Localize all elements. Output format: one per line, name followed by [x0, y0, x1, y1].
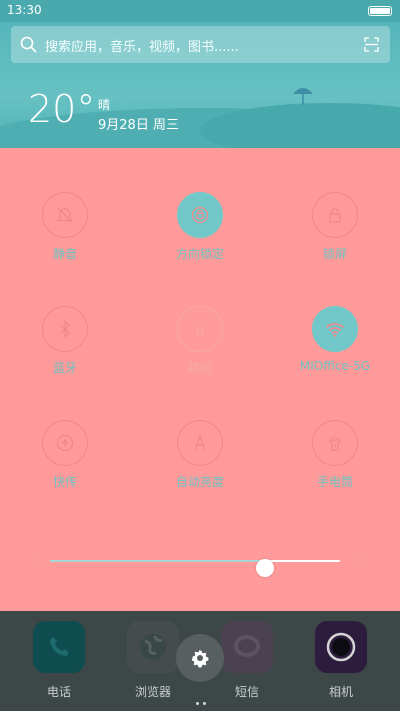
search-placeholder[interactable]: 搜索应用，音乐，视频，图书......: [45, 36, 239, 55]
toggle-mute[interactable]: 静音: [10, 192, 120, 262]
sms-icon: [221, 621, 273, 673]
toggle-label: 手电筒: [316, 475, 353, 489]
gear-icon: [191, 649, 209, 668]
scan-icon[interactable]: [364, 37, 379, 52]
flashlight-icon: [312, 420, 358, 466]
toggle-bluetooth[interactable]: 蓝牙: [10, 306, 120, 376]
brightness-fill: [50, 560, 265, 562]
brightness-low-icon: [36, 558, 42, 564]
toggle-quick-transfer[interactable]: 快传: [10, 420, 120, 490]
toggle-rotation-lock[interactable]: 方向锁定: [145, 192, 255, 262]
toggle-lock-screen[interactable]: 锁屏: [280, 192, 390, 262]
app-camera[interactable]: 相机: [306, 621, 376, 700]
status-time: 13:30: [7, 3, 42, 17]
toggle-label: 快传: [52, 475, 77, 489]
toggle-label: MIOffice-5G: [299, 359, 371, 373]
toggle-label: 方向锁定: [175, 247, 224, 261]
search-bar[interactable]: 搜索应用，音乐，视频，图书......: [11, 26, 390, 63]
app-label: 电话: [46, 685, 71, 699]
browser-icon: [127, 621, 179, 673]
brightness-slider[interactable]: [34, 553, 368, 577]
rotation-lock-icon: [177, 192, 223, 238]
phone-icon: [33, 621, 85, 673]
toggle-auto-brightness[interactable]: 自动亮度: [145, 420, 255, 490]
brightness-track[interactable]: [50, 559, 340, 577]
toggle-wifi[interactable]: MIOffice-5G: [280, 306, 390, 373]
app-label: 相机: [328, 685, 353, 699]
auto-brightness-icon: [177, 420, 223, 466]
app-label: 浏览器: [134, 685, 171, 699]
weather-header: 搜索应用，音乐，视频，图书...... 20° 晴 9月28日 周三: [0, 22, 400, 148]
wifi-icon: [312, 306, 358, 352]
brightness-high-icon: [352, 554, 366, 568]
weather-date: 9月28日 周三: [98, 118, 179, 133]
data-icon: [177, 306, 223, 352]
toggle-flashlight[interactable]: 手电筒: [280, 420, 390, 490]
weather-condition: 晴: [98, 98, 111, 112]
brightness-knob[interactable]: [255, 559, 274, 577]
quick-transfer-icon: [42, 420, 88, 466]
status-bar: 13:30: [0, 0, 400, 22]
toggle-label: 自动亮度: [175, 475, 224, 489]
toggle-label: 锁屏: [322, 247, 347, 261]
battery-icon: [368, 6, 392, 16]
umbrella-icon: [293, 88, 313, 105]
temperature: 20°: [28, 87, 96, 131]
lock-icon: [312, 192, 358, 238]
settings-button[interactable]: [176, 634, 224, 682]
control-panel: 静音 方向锁定 锁屏 蓝牙 数据 MIOffice-5G 快传 自动亮度 手电筒: [0, 148, 400, 611]
toggle-label: 蓝牙: [52, 361, 77, 375]
toggle-label: 数据: [187, 361, 212, 375]
search-icon: [20, 36, 37, 53]
bluetooth-icon: [42, 306, 88, 352]
app-label: 短信: [234, 685, 259, 699]
app-phone[interactable]: 电话: [24, 621, 94, 700]
camera-icon: [315, 621, 367, 673]
toggle-label: 静音: [52, 247, 77, 261]
mute-icon: [42, 192, 88, 238]
page-indicator: [194, 690, 208, 709]
toggle-data[interactable]: 数据: [145, 306, 255, 376]
